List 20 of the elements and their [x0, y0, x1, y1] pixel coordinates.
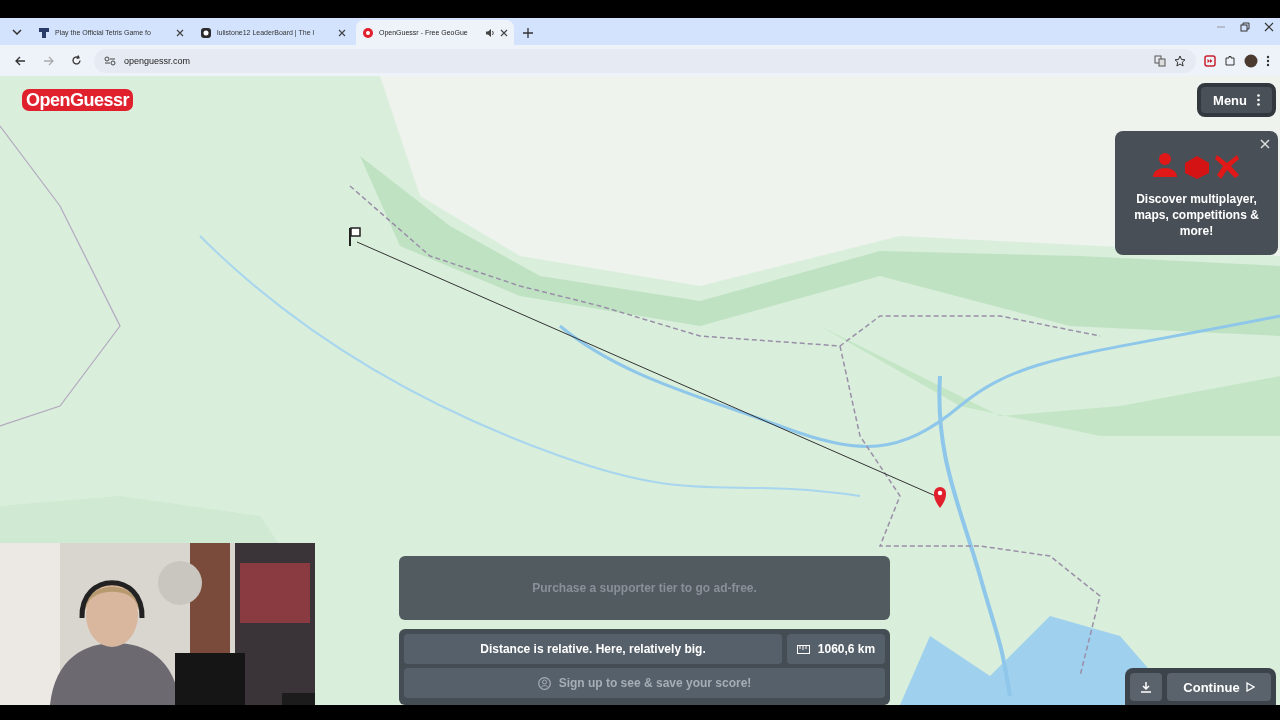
blocks-icon [38, 26, 50, 39]
extension-icon[interactable] [1204, 54, 1216, 67]
close-icon[interactable] [338, 28, 346, 37]
restore-icon[interactable] [1240, 22, 1250, 32]
speaker-icon[interactable] [485, 27, 495, 38]
chevron-down-icon [12, 29, 22, 35]
more-icon[interactable] [1266, 54, 1270, 67]
star-icon[interactable] [1174, 54, 1186, 67]
address-bar[interactable]: openguessr.com [94, 48, 1196, 73]
url-text: openguessr.com [124, 55, 192, 66]
translate-icon[interactable] [1154, 54, 1166, 67]
forward-arrow-icon [42, 55, 54, 66]
site-settings-icon [104, 55, 116, 66]
close-icon[interactable] [500, 28, 508, 37]
avatar-icon[interactable] [1244, 53, 1258, 68]
reload-icon [70, 55, 82, 66]
back-arrow-icon [14, 55, 26, 66]
close-icon[interactable] [176, 28, 184, 37]
close-icon[interactable] [1264, 22, 1274, 32]
plus-icon [523, 28, 533, 38]
